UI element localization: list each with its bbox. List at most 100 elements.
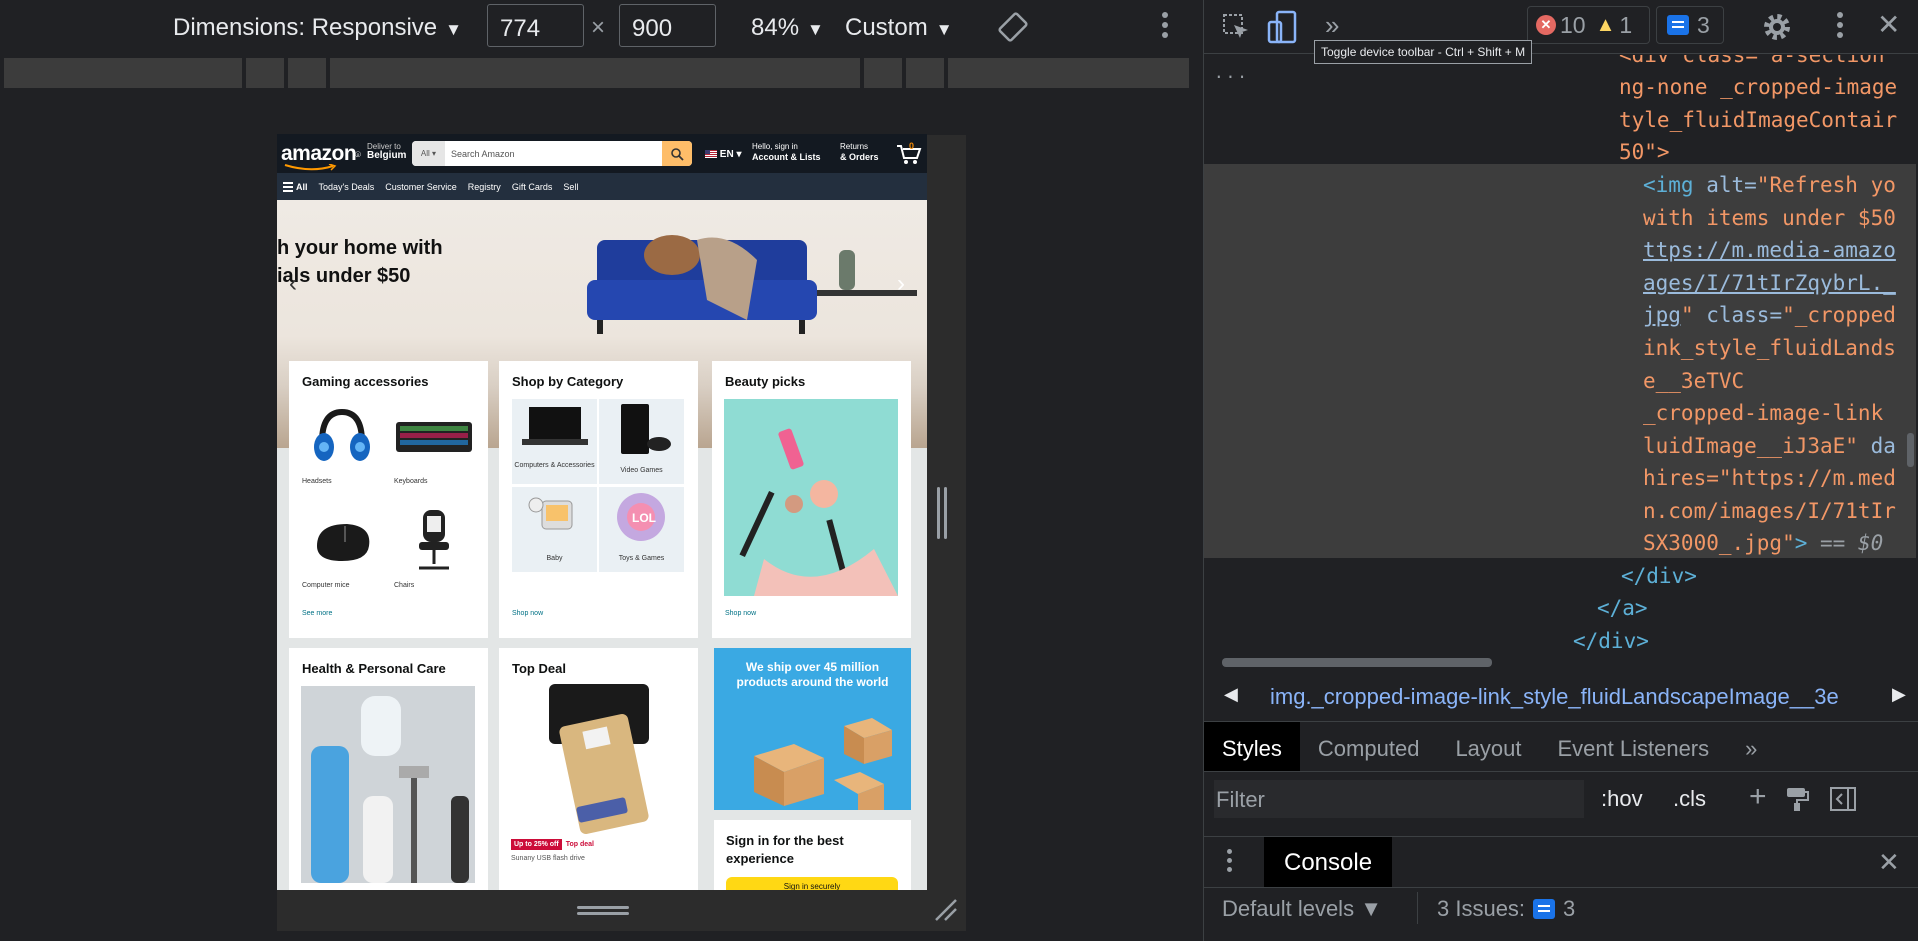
code-line[interactable]: _cropped-image-link [1643,397,1883,430]
search-category[interactable]: All ▾ [412,141,445,166]
gaming-item[interactable]: Chairs [394,503,474,589]
code-line[interactable]: SX3000_.jpg"> == $0 [1643,527,1883,560]
settings-gear-icon[interactable] [1761,11,1793,43]
devtools-more-icon[interactable] [1833,12,1847,38]
resize-corner-icon[interactable] [932,896,960,924]
nav-item-all[interactable]: All [283,180,308,194]
log-levels-dropdown[interactable]: Default levels ▼ [1222,896,1382,922]
vertical-scrollbar[interactable] [1905,55,1916,655]
resize-handle-bottom[interactable] [577,906,629,916]
nav-item-registry[interactable]: Registry [468,182,501,192]
code-line[interactable]: jpg" class="_cropped [1643,299,1896,332]
toggle-sidebar-icon[interactable] [1829,786,1857,812]
cls-button[interactable]: .cls [1673,786,1706,812]
code-line[interactable]: n.com/images/I/71tIr [1643,495,1896,528]
nav-item-gift-cards[interactable]: Gift Cards [512,182,553,192]
language-selector[interactable]: EN ▾ [705,149,742,160]
resize-handle-right[interactable] [937,487,949,539]
media-query-bar[interactable] [0,54,1203,92]
tab-event-listeners[interactable]: Event Listeners [1540,722,1728,771]
more-tabs-icon[interactable]: » [1727,722,1775,771]
gaming-item[interactable]: Headsets [302,399,382,485]
code-line[interactable]: </div> [1573,625,1649,655]
nav-item-todays-deals[interactable]: Today's Deals [319,182,375,192]
category-item[interactable]: Video Games [599,399,684,484]
drawer-menu-icon[interactable] [1225,849,1233,872]
boxes-image [754,718,892,810]
code-line[interactable]: ng-none _cropped-image [1619,71,1897,104]
code-line[interactable]: tyle_fluidImageContair [1619,104,1897,137]
category-item[interactable]: Baby [512,487,597,572]
amazon-logo[interactable]: amazon [281,142,357,166]
code-link[interactable]: ages/I/71tIrZqybrL._ [1643,267,1896,300]
carousel-next-icon[interactable]: › [897,270,905,298]
us-flag-icon [705,150,717,159]
shop-now-link[interactable]: Shop now [725,610,756,617]
breadcrumb-left-icon[interactable]: ◀ [1224,684,1238,705]
height-input[interactable]: 900 [619,4,716,47]
shipping-banner[interactable]: We ship over 45 million products around … [714,648,911,810]
category-item[interactable]: Computers & Accessories [512,399,597,484]
code-line[interactable]: </div> [1621,560,1697,593]
device-toolbar-icon[interactable] [1267,10,1297,44]
code-line[interactable]: with items under $50 [1643,202,1896,235]
usb-drive-image[interactable] [529,684,669,834]
styles-filter-input[interactable]: Filter [1214,780,1584,818]
tab-console[interactable]: Console [1264,837,1393,887]
dimensions-label: Dimensions: Responsive [173,14,438,41]
see-more-link[interactable]: See more [302,610,332,617]
code-line[interactable]: luidImage__iJ3aE" da [1643,430,1896,463]
zoom-dropdown[interactable]: 84% ▼ [751,14,824,42]
breadcrumb-right-icon[interactable]: ▶ [1892,684,1906,705]
search-button[interactable] [662,141,692,166]
rotate-icon[interactable] [996,10,1030,44]
caret-down-icon: ▼ [935,20,953,39]
code-line[interactable]: 50"> [1619,136,1670,169]
tab-styles[interactable]: Styles [1204,722,1300,771]
gaming-item[interactable]: Keyboards [394,399,474,485]
nav-item-sell[interactable]: Sell [563,182,578,192]
width-input[interactable]: 774 [487,4,584,47]
cart-button[interactable]: 0 [895,141,923,165]
inspect-element-icon[interactable] [1221,12,1251,42]
hov-button[interactable]: :hov [1601,786,1643,812]
carousel-prev-icon[interactable]: ‹ [289,270,297,298]
site-header: amazon ⌾ Deliver to Belgium All ▾ Search… [277,134,927,173]
more-panels-icon[interactable]: » [1325,10,1339,41]
code-line[interactable]: </a> [1597,592,1648,625]
tab-layout[interactable]: Layout [1437,722,1539,771]
breadcrumb-item[interactable]: img._cropped-image-link_style_fluidLands… [1270,684,1880,710]
gaming-item[interactable]: Computer mice [302,503,382,589]
personal-care-image[interactable] [301,686,475,883]
returns-orders[interactable]: Returns & Orders [840,142,879,162]
throttle-dropdown[interactable]: Custom ▼ [845,14,953,42]
product-name[interactable]: Sunany USB flash drive [511,855,585,862]
beauty-image[interactable] [724,399,898,596]
errors-warnings-counter[interactable]: ✕ 10 ▲ 1 [1527,6,1650,44]
horizontal-scrollbar[interactable] [1204,655,1916,669]
health-card: Health & Personal Care [289,648,488,890]
code-line[interactable]: <img alt="Refresh yo [1643,169,1896,202]
close-devtools-icon[interactable]: ✕ [1877,8,1900,41]
dimensions-dropdown[interactable]: Dimensions: Responsive ▼ [173,14,462,42]
search-input[interactable]: Search Amazon [445,141,662,166]
close-drawer-icon[interactable]: ✕ [1878,847,1900,878]
shop-now-link[interactable]: Shop now [512,610,543,617]
add-rule-icon[interactable]: + [1749,780,1767,814]
nav-item-customer-service[interactable]: Customer Service [385,182,457,192]
code-line[interactable]: <div class="a-section [1619,55,1885,72]
code-line[interactable]: ink_style_fluidLands [1643,332,1896,365]
issues-counter[interactable]: 3 Issues: 3 [1437,896,1575,922]
tab-computed[interactable]: Computed [1300,722,1438,771]
signin-button[interactable]: Sign in securely [726,877,898,890]
node-dots[interactable]: ... [1214,57,1249,90]
code-line[interactable]: hires="https://m.med [1643,462,1896,495]
code-link[interactable]: ttps://m.media-amazo [1643,234,1896,267]
code-line[interactable]: e__3eTVC [1643,365,1744,398]
category-item[interactable]: LOL Toys & Games [599,487,684,572]
account-menu[interactable]: Hello, sign in Account & Lists [752,142,821,162]
paint-roller-icon[interactable] [1784,786,1810,812]
messages-counter[interactable]: 3 [1656,6,1724,44]
deliver-to[interactable]: Deliver to Belgium [367,142,406,161]
more-options-icon[interactable] [1158,12,1172,42]
